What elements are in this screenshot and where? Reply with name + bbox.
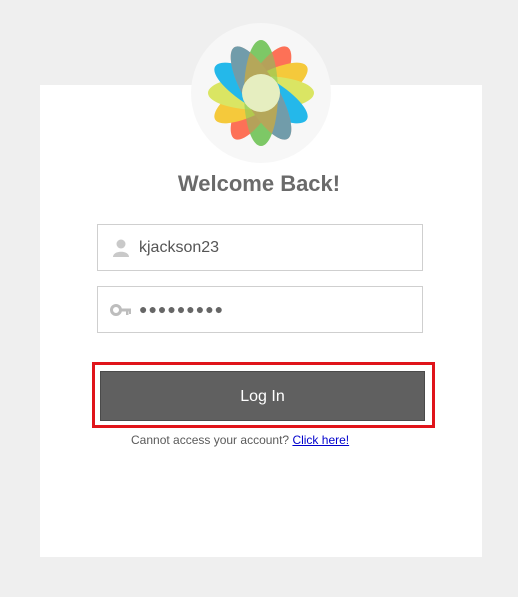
login-button[interactable]: Log In [100,371,425,421]
password-value: ●●●●●●●●● [139,301,225,317]
atom-flower-logo-icon [208,40,314,146]
username-value: kjackson23 [139,239,220,256]
key-icon [110,300,132,320]
logo [191,23,331,163]
page-title: Welcome Back! [177,171,341,196]
account-help: Cannot access your account? Click here! [131,433,349,447]
help-link[interactable]: Click here! [292,433,349,447]
help-text: Cannot access your account? [131,433,290,447]
username-field[interactable]: kjackson23 [97,224,423,271]
user-icon [110,238,132,258]
password-field[interactable]: ●●●●●●●●● [97,286,423,333]
